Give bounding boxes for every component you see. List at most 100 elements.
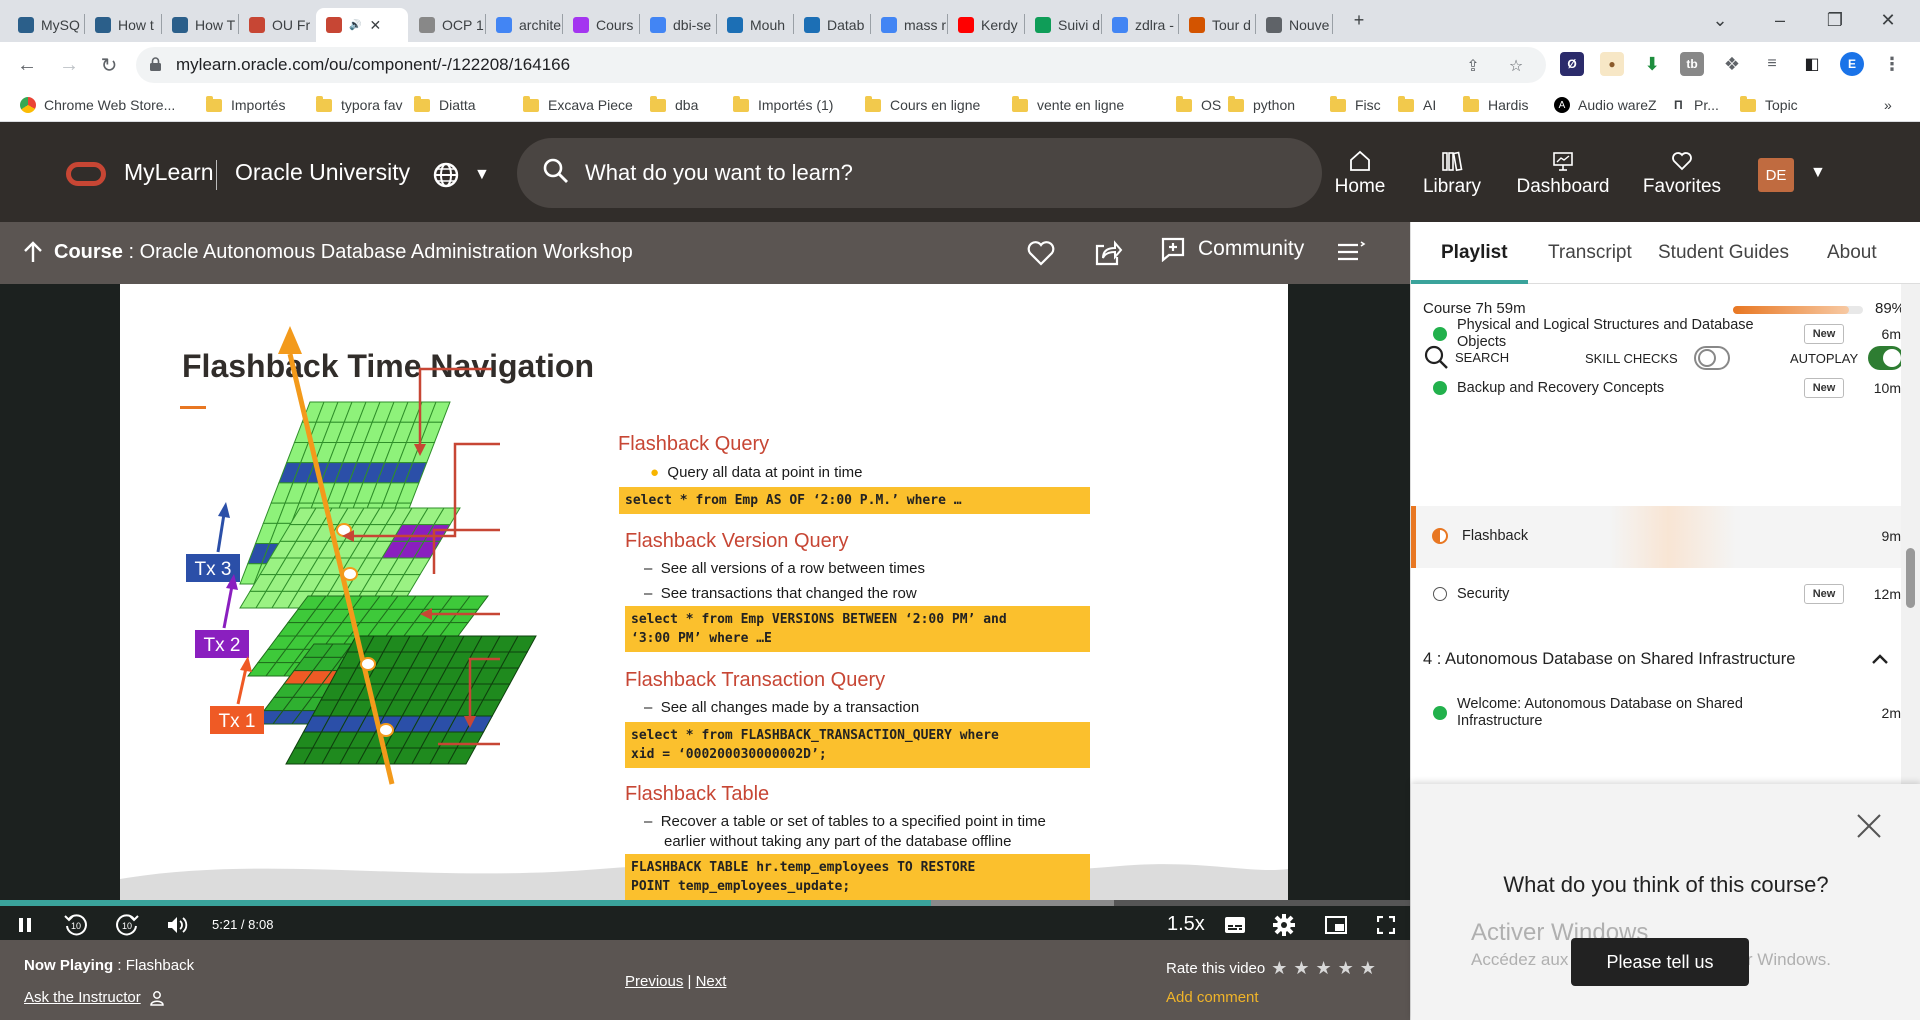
tab-transcript[interactable]: Transcript	[1548, 242, 1632, 264]
browser-tab[interactable]: archite	[486, 8, 562, 42]
bookmark-item[interactable]: Excava Piece	[523, 94, 633, 116]
rewind-10-button[interactable]: 10	[62, 912, 90, 938]
browser-tab[interactable]: zdlra -	[1102, 8, 1178, 42]
playback-speed-button[interactable]: 1.5x	[1167, 913, 1205, 936]
heart-icon[interactable]	[1026, 238, 1056, 268]
bookmark-star-icon[interactable]: ☆	[1506, 56, 1526, 76]
menu-icon[interactable]: ⋮	[1880, 52, 1904, 76]
tab-student-guides[interactable]: Student Guides	[1658, 242, 1789, 264]
fullscreen-button[interactable]	[1372, 912, 1400, 938]
bookmark-item[interactable]: Topic	[1740, 94, 1798, 116]
picture-in-picture-button[interactable]	[1322, 912, 1350, 938]
browser-tab[interactable]: Mouh	[717, 8, 793, 42]
next-link[interactable]: Next	[696, 973, 727, 990]
oracle-logo[interactable]	[66, 162, 106, 186]
add-comment-link[interactable]: Add comment	[1166, 989, 1259, 1006]
browser-tab[interactable]: Datab	[794, 8, 870, 42]
bookmark-item[interactable]: Fisc	[1330, 94, 1381, 116]
browser-tab[interactable]: mass r	[871, 8, 947, 42]
video-progress-bar[interactable]	[0, 900, 1410, 906]
bookmark-item[interactable]: Chrome Web Store...	[20, 94, 175, 116]
feedback-button[interactable]: Please tell us	[1571, 938, 1749, 986]
tab-playlist[interactable]: Playlist	[1441, 242, 1508, 264]
tb-extension-icon[interactable]: tb	[1680, 52, 1704, 76]
previous-link[interactable]: Previous	[625, 973, 683, 990]
star-icon[interactable]: ★	[1338, 958, 1354, 978]
nav-dashboard[interactable]: Dashboard	[1513, 150, 1613, 198]
bookmarks-overflow-icon[interactable]: »	[1884, 94, 1892, 116]
reload-button[interactable]: ↻	[94, 50, 124, 80]
browser-tab[interactable]: MySQ	[8, 8, 84, 42]
brand-subname[interactable]: Oracle University	[235, 159, 410, 186]
minimize-icon[interactable]: –	[1760, 6, 1800, 34]
tab-about[interactable]: About	[1827, 242, 1877, 264]
bookmark-item[interactable]: A Audio wareZ	[1554, 94, 1657, 116]
bookmark-item[interactable]: Importés (1)	[733, 94, 833, 116]
nav-library[interactable]: Library	[1402, 150, 1502, 198]
playlist-toggle-icon[interactable]	[1336, 238, 1366, 268]
bookmark-item[interactable]: AI	[1398, 94, 1436, 116]
lesson-item[interactable]: Backup and Recovery Concepts New 10m	[1411, 368, 1901, 408]
bookmark-item[interactable]: Cours en ligne	[865, 94, 980, 116]
chevron-down-icon[interactable]: ▼	[474, 166, 490, 184]
lesson-item[interactable]: Welcome: Autonomous Database on Shared I…	[1411, 693, 1901, 733]
star-icon[interactable]: ★	[1271, 958, 1287, 978]
share-icon[interactable]	[1093, 238, 1123, 268]
cookie-extension-icon[interactable]: ●	[1600, 52, 1624, 76]
tab-close-icon[interactable]: ✕	[369, 17, 381, 34]
close-window-icon[interactable]: ✕	[1868, 6, 1908, 34]
browser-tab[interactable]: How t	[85, 8, 161, 42]
user-avatar[interactable]: DE	[1758, 158, 1794, 192]
address-bar[interactable]: mylearn.oracle.com/ou/component/-/122208…	[136, 47, 1546, 83]
playlist-scrollbar[interactable]	[1901, 284, 1920, 864]
brand-name[interactable]: MyLearn	[124, 159, 213, 186]
browser-tab[interactable]: Suivi d	[1025, 8, 1101, 42]
side-panel-icon[interactable]: ◧	[1800, 52, 1824, 76]
puzzle-icon[interactable]: ❖	[1720, 52, 1744, 76]
bookmark-item[interactable]: Importés	[206, 94, 285, 116]
captions-button[interactable]	[1221, 912, 1249, 938]
forward-10-button[interactable]: 10	[113, 912, 141, 938]
new-tab-button[interactable]: +	[1339, 6, 1379, 34]
ask-instructor-link[interactable]: Ask the Instructor	[24, 989, 165, 1006]
bookmark-item[interactable]: Diatta	[414, 94, 476, 116]
chevron-down-icon[interactable]: ▼	[1810, 164, 1826, 182]
browser-tab[interactable]: 🔊 ✕	[316, 8, 408, 42]
download-extension-icon[interactable]: ⬇	[1640, 52, 1664, 76]
browser-tab[interactable]: Kerdy	[948, 8, 1024, 42]
star-icon[interactable]: ★	[1360, 958, 1376, 978]
bookmark-item[interactable]: OS	[1176, 94, 1221, 116]
star-icon[interactable]: ★	[1316, 958, 1332, 978]
back-button[interactable]: ←	[12, 50, 42, 80]
settings-button[interactable]	[1270, 912, 1298, 938]
scrollbar-thumb[interactable]	[1906, 548, 1915, 608]
pause-button[interactable]	[14, 912, 36, 938]
browser-tab[interactable]: OCP 1	[409, 8, 485, 42]
community-button[interactable]: Community	[1160, 236, 1304, 262]
lesson-item[interactable]: Flashback 9m	[1411, 516, 1901, 556]
tab-search-icon[interactable]: ⌄	[1700, 6, 1740, 34]
browser-tab[interactable]: OU Fr	[239, 8, 315, 42]
reading-list-icon[interactable]: ≡	[1760, 52, 1784, 76]
star-icon[interactable]: ★	[1293, 958, 1309, 978]
section-header[interactable]: 4 : Autonomous Database on Shared Infras…	[1423, 650, 1795, 669]
browser-tab[interactable]: Tour d	[1179, 8, 1255, 42]
nav-home[interactable]: Home	[1310, 150, 1410, 198]
bookmark-item[interactable]: Π Pr...	[1674, 94, 1719, 116]
bookmark-item[interactable]: typora fav	[316, 94, 402, 116]
restore-icon[interactable]: ❐	[1815, 6, 1855, 34]
lesson-item[interactable]: Security New 12m	[1411, 574, 1901, 614]
browser-tab[interactable]: Nouve	[1256, 8, 1332, 42]
audio-playing-icon[interactable]: 🔊	[349, 20, 361, 31]
browser-tab[interactable]: How T	[162, 8, 238, 42]
bookmark-item[interactable]: dba	[650, 94, 698, 116]
profile-avatar[interactable]: E	[1840, 52, 1864, 76]
arrow-up-icon[interactable]	[22, 240, 44, 264]
forward-button[interactable]: →	[54, 50, 84, 80]
extension-icon[interactable]: Ø	[1560, 52, 1584, 76]
bookmark-item[interactable]: Hardis	[1463, 94, 1528, 116]
browser-tab[interactable]: Cours	[563, 8, 639, 42]
globe-icon[interactable]	[433, 162, 459, 188]
share-icon[interactable]: ⇪	[1463, 56, 1483, 76]
search-input[interactable]: What do you want to learn?	[517, 138, 1322, 208]
